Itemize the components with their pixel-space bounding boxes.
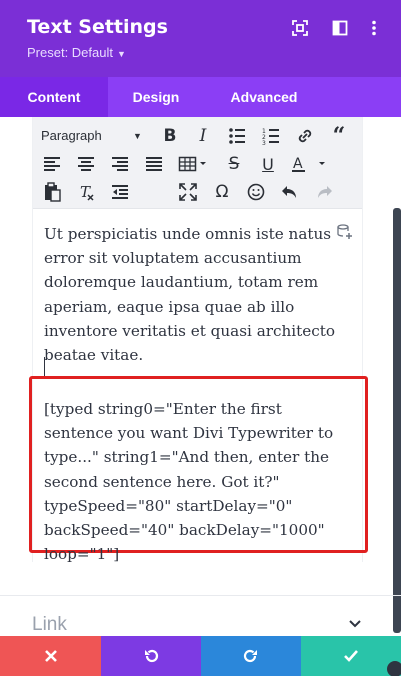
- strikethrough-icon[interactable]: S: [223, 153, 245, 175]
- discard-button[interactable]: [0, 636, 101, 676]
- chevron-down-icon[interactable]: [348, 619, 362, 629]
- checkmark-icon: [344, 650, 358, 662]
- editor-toolbar: Paragraph ▼ B I 1 2 3 “ S U A T Ω: [33, 117, 362, 209]
- undo-icon: [145, 649, 159, 663]
- paste-icon[interactable]: [41, 181, 63, 203]
- section-divider: [0, 595, 401, 596]
- align-left-icon[interactable]: [41, 153, 63, 175]
- content-panel: Paragraph ▼ B I 1 2 3 “ S U A T Ω Ut per…: [0, 117, 401, 636]
- bold-icon[interactable]: B: [159, 125, 181, 147]
- text-cursor: [44, 357, 45, 376]
- special-character-icon[interactable]: Ω: [211, 181, 233, 203]
- format-select-value: Paragraph: [41, 128, 102, 143]
- focus-icon[interactable]: [291, 19, 309, 37]
- justify-icon[interactable]: [143, 153, 165, 175]
- align-right-icon[interactable]: [109, 153, 131, 175]
- clear-formatting-icon[interactable]: T: [75, 181, 97, 203]
- modal-title: Text Settings: [27, 16, 168, 38]
- paragraph-format-select[interactable]: Paragraph ▼: [41, 125, 145, 147]
- underline-icon[interactable]: U: [257, 153, 279, 175]
- preset-label: Preset: Default: [27, 45, 113, 60]
- outdent-icon[interactable]: [109, 181, 131, 203]
- italic-icon[interactable]: I: [192, 125, 214, 147]
- more-options-icon[interactable]: [365, 19, 383, 37]
- quote-icon[interactable]: “: [328, 123, 350, 149]
- resize-handle[interactable]: [387, 661, 401, 676]
- emoji-icon[interactable]: [245, 181, 267, 203]
- redo-icon: [243, 649, 257, 663]
- undo-button[interactable]: [101, 636, 201, 676]
- rich-text-editor: Paragraph ▼ B I 1 2 3 “ S U A T Ω Ut per…: [29, 117, 368, 563]
- link-section-title[interactable]: Link: [32, 614, 67, 636]
- tab-content[interactable]: Content: [0, 77, 108, 117]
- close-icon: [44, 650, 57, 662]
- align-center-icon[interactable]: [75, 153, 97, 175]
- bulleted-list-icon[interactable]: [226, 125, 248, 147]
- fullscreen-icon[interactable]: [177, 181, 199, 203]
- redo-button[interactable]: [201, 636, 301, 676]
- settings-tabs: Content Design Advanced: [0, 77, 401, 117]
- preset-selector[interactable]: Preset: Default ▼: [27, 45, 126, 60]
- scrollbar[interactable]: [393, 208, 401, 633]
- numbered-list-icon[interactable]: 1 2 3: [260, 125, 282, 147]
- undo-icon[interactable]: [279, 181, 301, 203]
- editor-body[interactable]: Ut perspiciatis unde omnis iste natus er…: [44, 222, 358, 367]
- tab-advanced[interactable]: Advanced: [204, 77, 324, 117]
- svg-text:A: A: [293, 156, 303, 172]
- caret-down-icon: ▼: [117, 49, 126, 59]
- shortcode-text[interactable]: [typed string0="Enter the first sentence…: [44, 397, 354, 566]
- svg-text:3: 3: [262, 140, 266, 147]
- link-icon[interactable]: [294, 125, 316, 147]
- save-button[interactable]: [301, 636, 401, 676]
- sidebar-toggle-icon[interactable]: [331, 19, 349, 37]
- action-bar: [0, 636, 401, 676]
- tab-design[interactable]: Design: [108, 77, 204, 117]
- caret-down-icon: ▼: [133, 131, 142, 141]
- text-color-icon[interactable]: A: [289, 153, 329, 175]
- redo-icon[interactable]: [313, 181, 335, 203]
- table-icon[interactable]: [177, 153, 211, 175]
- settings-header: Text Settings Preset: Default ▼: [0, 0, 401, 77]
- body-paragraph: Ut perspiciatis unde omnis iste natus er…: [44, 225, 335, 365]
